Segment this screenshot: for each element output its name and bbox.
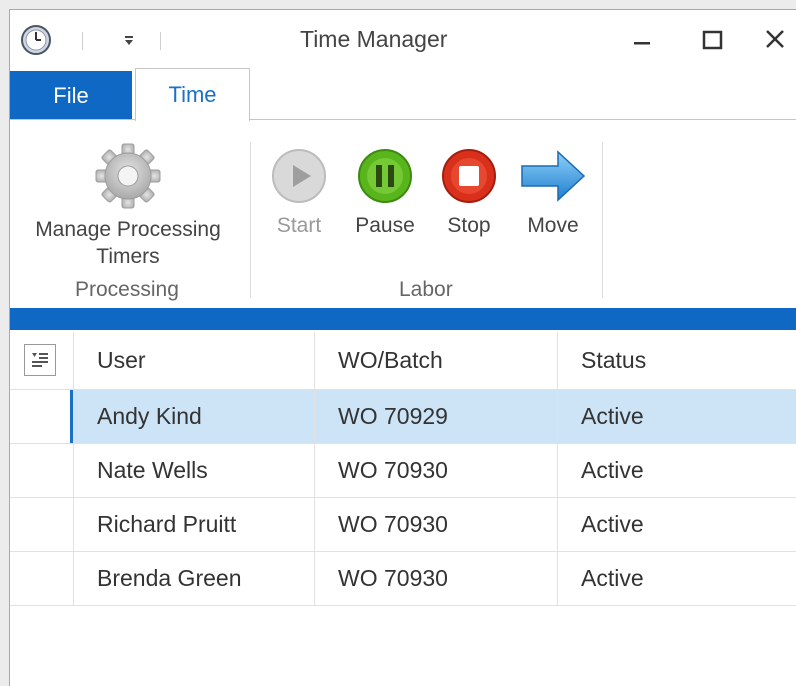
table-row[interactable]: Nate Wells WO 70930 Active — [10, 444, 796, 498]
cell-wo-batch: WO 70930 — [315, 498, 558, 551]
minimize-icon[interactable] — [620, 20, 664, 60]
qat-separator — [160, 32, 161, 50]
qat-separator — [82, 32, 83, 50]
gear-icon — [95, 143, 161, 209]
cell-user: Brenda Green — [74, 552, 315, 605]
column-chooser-icon — [32, 353, 48, 367]
cell-status: Active — [581, 457, 644, 483]
cell-status: Active — [581, 565, 644, 591]
group-separator — [250, 142, 251, 298]
cell-wo-batch: WO 70929 — [315, 390, 558, 443]
row-indicator — [10, 552, 74, 605]
ribbon-panel: Manage Processing Timers Processing Star… — [10, 120, 796, 307]
stop-button[interactable]: Stop — [437, 148, 501, 239]
group-label-labor: Labor — [399, 278, 453, 301]
cell-status: Active — [581, 511, 644, 537]
manage-processing-timers-label-1: Manage Processing — [35, 218, 221, 241]
stop-icon — [442, 149, 496, 203]
clock-icon[interactable] — [20, 24, 52, 56]
pause-label: Pause — [355, 214, 415, 237]
table-row[interactable]: Richard Pruitt WO 70930 Active — [10, 498, 796, 552]
row-indicator — [10, 498, 74, 551]
close-icon[interactable] — [753, 20, 796, 60]
table-row[interactable]: Brenda Green WO 70930 Active — [10, 552, 796, 606]
arrow-right-icon — [521, 150, 586, 202]
group-separator — [602, 142, 603, 298]
start-label: Start — [276, 214, 322, 237]
maximize-icon[interactable] — [690, 20, 734, 60]
tab-time[interactable]: Time — [135, 68, 250, 121]
row-indicator — [10, 444, 74, 497]
play-icon — [272, 149, 326, 203]
tab-file[interactable]: File — [10, 71, 132, 120]
cell-user: Andy Kind — [74, 390, 315, 443]
cell-wo-batch: WO 70930 — [315, 444, 558, 497]
table-row[interactable]: Andy Kind WO 70929 Active — [10, 390, 796, 444]
cell-wo-batch: WO 70930 — [315, 552, 558, 605]
column-header-user[interactable]: User — [74, 332, 315, 389]
cell-status: Active — [581, 403, 644, 429]
manage-processing-timers-button[interactable]: Manage Processing Timers — [22, 140, 234, 270]
column-header-status[interactable]: Status — [558, 332, 796, 389]
move-label: Move — [527, 214, 579, 237]
stop-label: Stop — [447, 214, 491, 237]
column-chooser-button[interactable] — [24, 344, 56, 376]
tabs-divider — [10, 119, 796, 120]
time-manager-window: Time Manager File Time Manage Processing… — [9, 9, 796, 686]
accent-strip — [10, 308, 796, 330]
quick-access-dropdown-icon[interactable] — [120, 28, 138, 52]
window-title: Time Manager — [300, 26, 448, 52]
cell-user: Richard Pruitt — [74, 498, 315, 551]
pause-icon — [358, 149, 412, 203]
cell-user: Nate Wells — [74, 444, 315, 497]
move-button[interactable]: Move — [517, 148, 589, 239]
title-bar: Time Manager — [10, 10, 796, 68]
pause-button[interactable]: Pause — [350, 148, 420, 239]
ribbon-tabs: File Time — [10, 68, 796, 121]
column-chooser-cell — [10, 332, 74, 389]
column-header-wo-batch[interactable]: WO/Batch — [315, 332, 558, 389]
group-label-processing: Processing — [75, 278, 179, 301]
start-button[interactable]: Start — [268, 148, 330, 239]
manage-processing-timers-label-2: Timers — [96, 245, 160, 268]
grid-header-row: User WO/Batch Status — [10, 332, 796, 390]
row-indicator — [10, 390, 74, 443]
